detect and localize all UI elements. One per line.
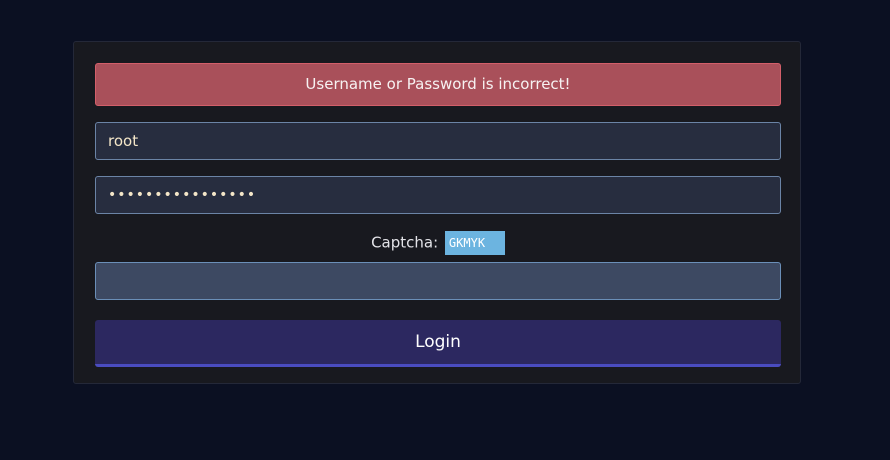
error-banner: Username or Password is incorrect! (95, 63, 781, 106)
captcha-label: Captcha: (371, 233, 439, 252)
captcha-row: Captcha: GKMYK (95, 230, 781, 255)
captcha-code-image: GKMYK (444, 230, 505, 255)
login-card: Username or Password is incorrect! Captc… (73, 41, 801, 384)
login-button[interactable]: Login (95, 320, 781, 367)
password-input[interactable] (95, 176, 781, 214)
captcha-input[interactable] (95, 262, 781, 300)
username-input[interactable] (95, 122, 781, 160)
